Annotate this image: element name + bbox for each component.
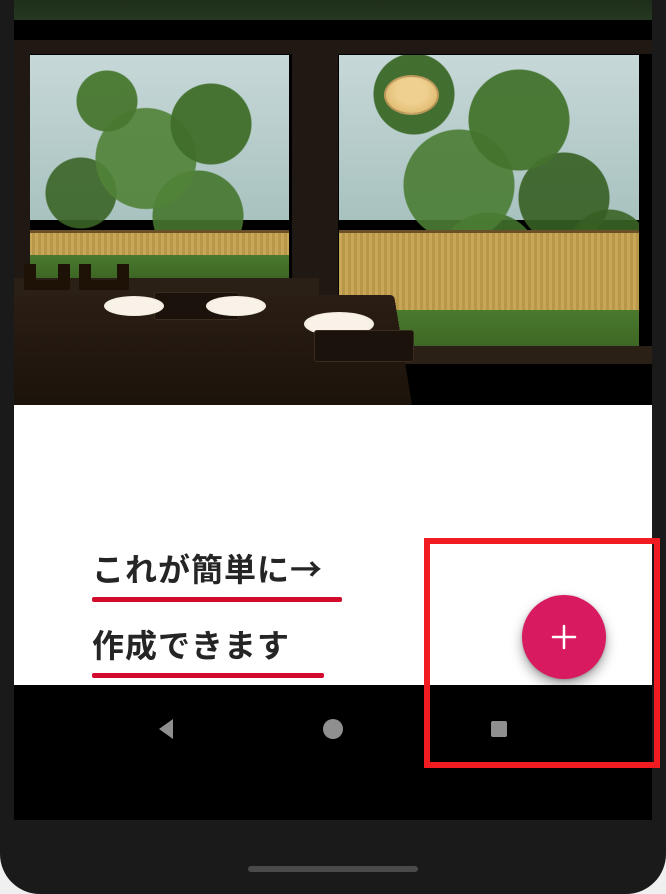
annotation-text-1: これが簡単に→ <box>92 545 342 591</box>
hero-image <box>14 20 652 405</box>
phone-frame: これが簡単に→ 作成できます <box>0 0 666 894</box>
annotation-text-2: 作成できます <box>92 621 324 667</box>
status-bar <box>14 0 652 20</box>
nav-recent-button[interactable] <box>485 715 513 748</box>
screen: これが簡単に→ 作成できます <box>14 0 652 820</box>
android-nav-bar <box>14 685 652 820</box>
plus-icon <box>550 623 578 651</box>
underline-2 <box>92 673 324 678</box>
annotation-line-1: これが簡単に→ <box>92 545 342 602</box>
nav-back-button[interactable] <box>153 715 181 748</box>
fab-add-button[interactable] <box>522 595 606 679</box>
nav-home-button[interactable] <box>319 715 347 748</box>
content-area: これが簡単に→ 作成できます <box>14 405 652 685</box>
annotation-line-2: 作成できます <box>92 621 324 678</box>
underline-1 <box>92 597 342 602</box>
home-indicator <box>248 866 418 872</box>
